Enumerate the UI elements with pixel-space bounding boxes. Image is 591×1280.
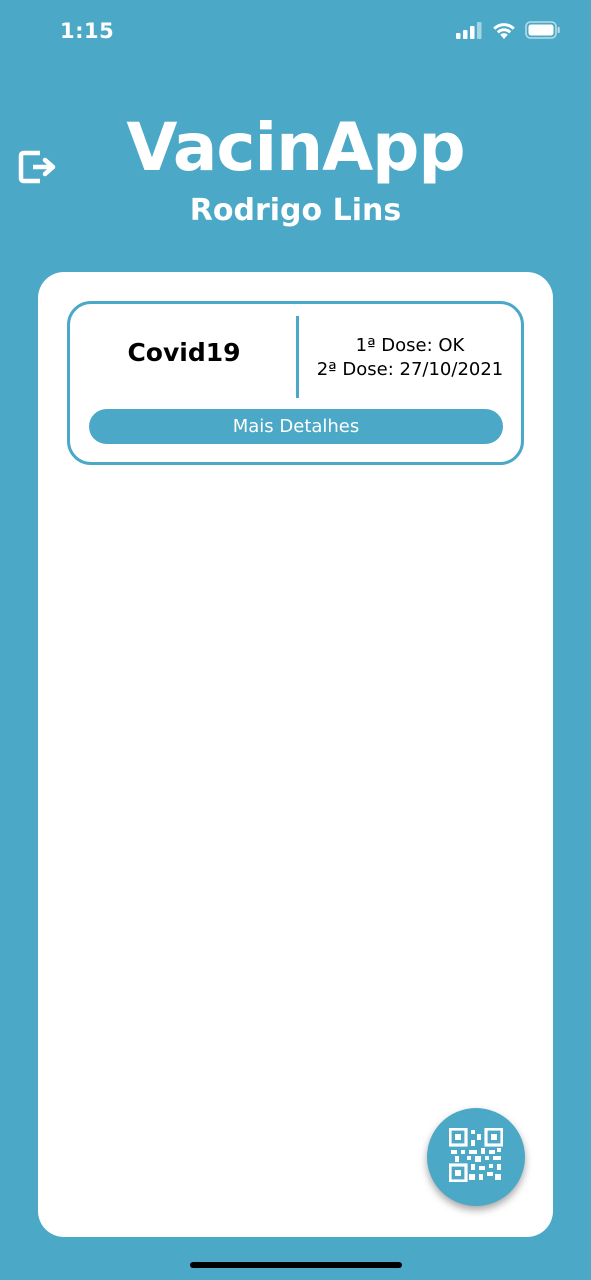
- status-time: 1:15: [60, 19, 115, 43]
- vaccine-name: Covid19: [127, 338, 241, 367]
- status-bar: 1:15: [0, 0, 591, 64]
- cellular-signal-icon: [456, 21, 483, 39]
- app-title: VacinApp: [126, 109, 465, 186]
- wifi-icon: [492, 21, 516, 39]
- dose-2-status: 2ª Dose: 27/10/2021: [316, 359, 504, 380]
- qr-code-button[interactable]: [427, 1108, 525, 1206]
- user-name: Rodrigo Lins: [189, 193, 402, 228]
- dose-1-status: 1ª Dose: OK: [355, 335, 465, 356]
- status-icons: [456, 21, 561, 39]
- dose-info: 1ª Dose: OK 2ª Dose: 27/10/2021: [299, 334, 521, 382]
- qr-code-icon: [448, 1126, 504, 1187]
- more-details-button[interactable]: Mais Detalhes: [89, 409, 503, 444]
- battery-icon: [525, 21, 561, 39]
- home-indicator: [190, 1262, 402, 1268]
- vaccine-list-panel: Covid19 1ª Dose: OK 2ª Dose: 27/10/2021 …: [38, 272, 553, 1237]
- vaccine-card: Covid19 1ª Dose: OK 2ª Dose: 27/10/2021 …: [67, 301, 524, 465]
